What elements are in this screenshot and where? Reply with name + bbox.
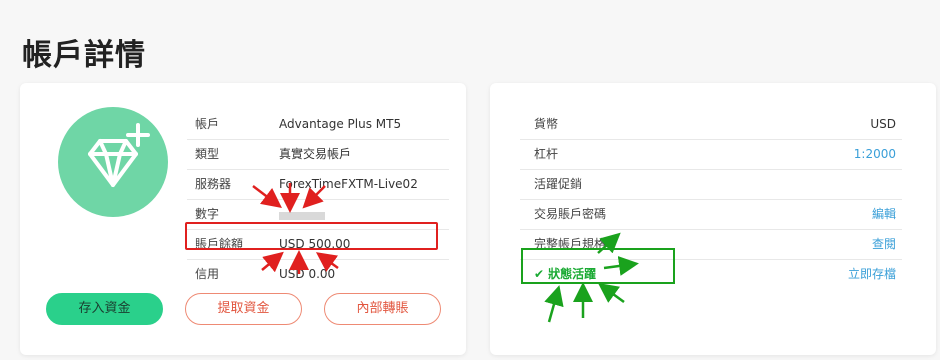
leverage-link[interactable]: 1:2000 xyxy=(854,140,896,169)
deposit-button[interactable]: 存入資金 xyxy=(46,293,163,325)
view-specs-link[interactable]: 查閱 xyxy=(872,230,896,259)
type-label: 類型 xyxy=(195,147,220,161)
account-details-card: 貨幣 USD 杠杆 1:2000 活躍促銷 交易賬戶密碼 編輯 完整帳戶規格 查… xyxy=(490,83,936,355)
credit-label: 信用 xyxy=(195,267,220,281)
account-value: Advantage Plus MT5 xyxy=(279,117,402,131)
password-label: 交易賬戶密碼 xyxy=(534,207,607,221)
credit-row: 信用 USD 0.00 xyxy=(187,260,449,289)
transfer-button[interactable]: 內部轉賬 xyxy=(324,293,441,325)
redacted-number xyxy=(279,212,325,220)
diamond-plus-icon xyxy=(88,123,150,187)
edit-password-link[interactable]: 編輯 xyxy=(872,200,896,229)
account-summary-card: 帳戶 Advantage Plus MT5 類型 真實交易帳戶 服務器 Fore… xyxy=(20,83,466,355)
currency-row: 貨幣 USD xyxy=(520,110,902,140)
leverage-label: 杠杆 xyxy=(534,147,559,161)
server-label: 服務器 xyxy=(195,177,232,191)
promo-row: 活躍促銷 xyxy=(520,170,902,200)
account-info-list: 帳戶 Advantage Plus MT5 類型 真實交易帳戶 服務器 Fore… xyxy=(187,110,449,289)
promo-label: 活躍促銷 xyxy=(534,177,583,191)
currency-value: USD xyxy=(870,117,896,131)
credit-value: USD 0.00 xyxy=(279,267,336,281)
password-row: 交易賬戶密碼 編輯 xyxy=(520,200,902,230)
type-row: 類型 真實交易帳戶 xyxy=(187,140,449,170)
server-row: 服務器 ForexTimeFXTM-Live02 xyxy=(187,170,449,200)
page-title: 帳戶詳情 xyxy=(22,38,146,73)
account-avatar xyxy=(58,107,168,217)
status-highlight-box xyxy=(521,248,675,284)
currency-label: 貨幣 xyxy=(534,117,559,131)
server-value: ForexTimeFXTM-Live02 xyxy=(279,177,418,191)
balance-highlight-box xyxy=(185,222,438,250)
type-value: 真實交易帳戶 xyxy=(279,147,352,161)
withdraw-button[interactable]: 提取資金 xyxy=(185,293,302,325)
account-row: 帳戶 Advantage Plus MT5 xyxy=(187,110,449,140)
leverage-row: 杠杆 1:2000 xyxy=(520,140,902,170)
archive-now-link[interactable]: 立即存檔 xyxy=(848,260,896,289)
account-label: 帳戶 xyxy=(195,117,220,131)
